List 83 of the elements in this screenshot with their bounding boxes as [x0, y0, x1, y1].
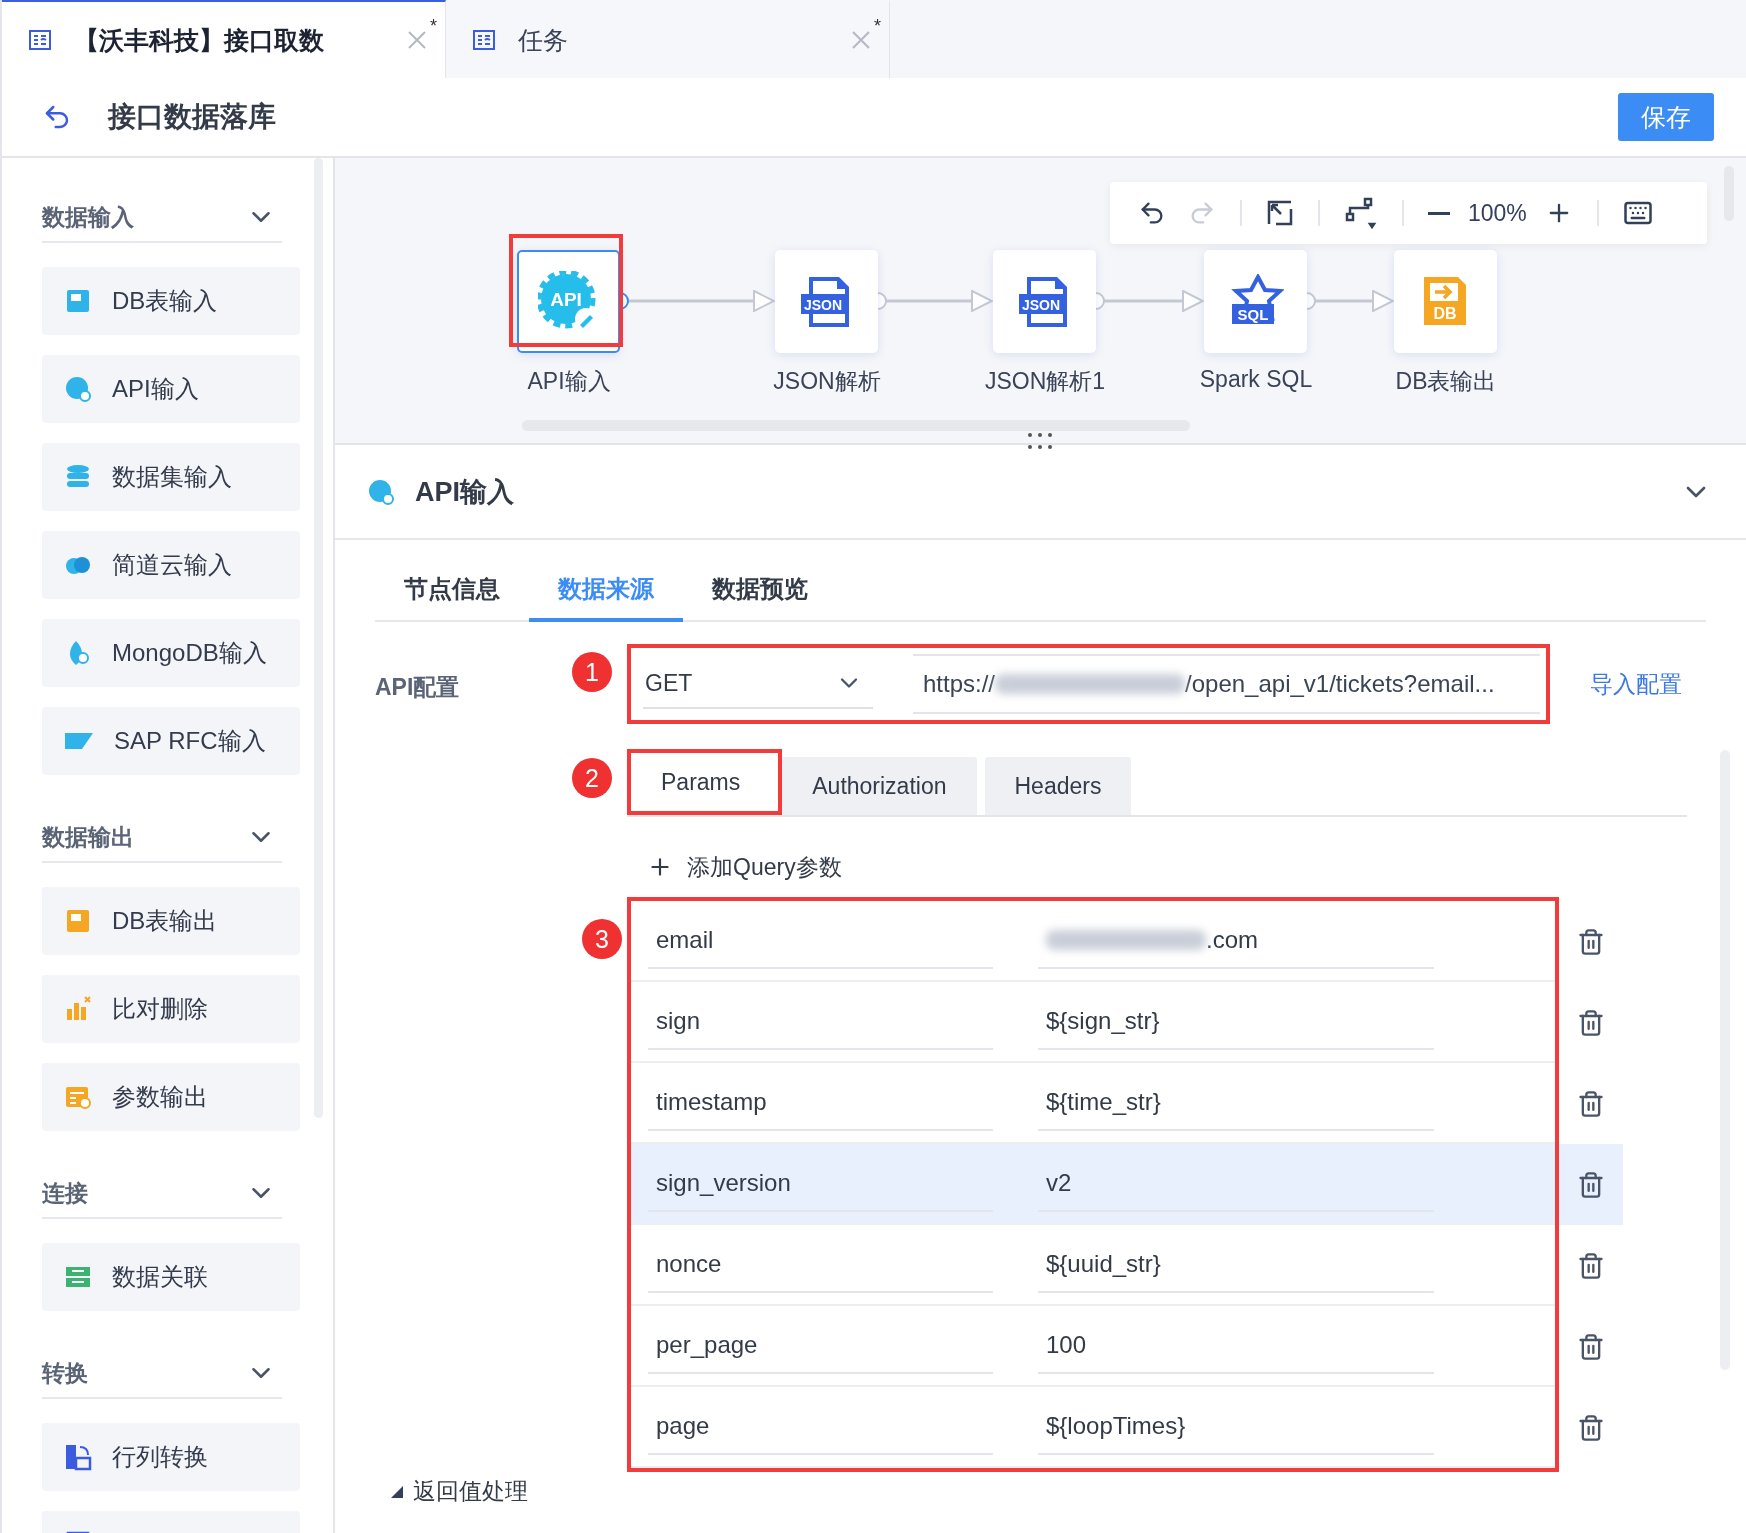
- panel-title: API输入: [415, 475, 515, 509]
- url-field[interactable]: https:// /open_api_v1/tickets?email...: [913, 654, 1540, 714]
- request-tab[interactable]: Headers: [984, 757, 1132, 815]
- unsaved-mark: *: [430, 16, 437, 37]
- param-key-field[interactable]: page: [648, 1398, 993, 1455]
- request-tab[interactable]: Authorization: [782, 757, 977, 815]
- delete-icon[interactable]: [1577, 927, 1605, 956]
- node-label: JSON解析1: [984, 367, 1106, 396]
- param-key-field[interactable]: sign_version: [648, 1155, 993, 1212]
- delete-icon[interactable]: [1577, 1089, 1605, 1118]
- palette-item[interactable]: SAP RFC输入: [42, 707, 300, 775]
- palette-item[interactable]: DB表输入: [42, 267, 300, 335]
- param-key-field[interactable]: per_page: [648, 1317, 993, 1374]
- palette-item[interactable]: 简道云输入: [42, 531, 300, 599]
- param-row[interactable]: per_page 100: [631, 1306, 1555, 1387]
- palette-item[interactable]: 行列转换: [42, 1423, 300, 1491]
- param-value-field[interactable]: .com: [1038, 912, 1434, 969]
- step-number: 3: [582, 919, 622, 959]
- node-label: API输入: [527, 367, 611, 396]
- palette-item[interactable]: 参数输出: [42, 1063, 300, 1131]
- palette-item[interactable]: 数据集输入: [42, 443, 300, 511]
- param-row[interactable]: sign_version v2: [631, 1144, 1555, 1225]
- section-title: 转换: [42, 1358, 88, 1388]
- delete-icon[interactable]: [1577, 1413, 1605, 1442]
- param-key-field[interactable]: timestamp: [648, 1074, 993, 1131]
- panel-tab[interactable]: 数据预览: [683, 560, 837, 622]
- param-value-field[interactable]: ${loopTimes}: [1038, 1398, 1434, 1455]
- import-config-link[interactable]: 导入配置: [1590, 668, 1682, 700]
- document-tab[interactable]: 【沃丰科技】接口取数 *: [2, 0, 446, 78]
- flow-chart-icon: [472, 28, 496, 52]
- response-section-toggle[interactable]: 返回值处理: [391, 1476, 1706, 1507]
- flow-node[interactable]: JSON: [993, 250, 1096, 353]
- scrollbar[interactable]: [314, 158, 323, 1118]
- section-title: 连接: [42, 1178, 88, 1208]
- section-header[interactable]: 转换: [42, 1349, 282, 1399]
- palette-item[interactable]: API输入: [42, 355, 300, 423]
- param-row[interactable]: sign ${sign_str}: [631, 982, 1555, 1063]
- section-title: 数据输入: [42, 202, 134, 232]
- zoom-level: 100%: [1468, 199, 1527, 227]
- delete-icon[interactable]: [1577, 1332, 1605, 1361]
- step-number: 1: [572, 652, 612, 692]
- flow-chart-icon: [28, 28, 52, 52]
- section-header[interactable]: 数据输入: [42, 193, 282, 243]
- delete-icon[interactable]: [1577, 1251, 1605, 1280]
- palette-item[interactable]: 数据关联: [42, 1243, 300, 1311]
- step-number: 2: [572, 758, 612, 798]
- connector-style-icon: [1344, 196, 1378, 230]
- palette-item[interactable]: 比对删除: [42, 975, 300, 1043]
- bar-chart-icon: [64, 995, 92, 1023]
- palette-item[interactable]: DB表输出: [42, 887, 300, 955]
- section-title: 数据输出: [42, 822, 134, 852]
- page-title: 接口数据落库: [108, 100, 277, 134]
- triangle-icon: [391, 1485, 403, 1498]
- unsaved-mark: *: [874, 16, 881, 37]
- section-header[interactable]: 数据输出: [42, 813, 282, 863]
- pivot-icon: [64, 1443, 92, 1471]
- param-value-field[interactable]: ${sign_str}: [1038, 993, 1434, 1050]
- param-row[interactable]: page ${loopTimes}: [631, 1387, 1555, 1468]
- delete-icon[interactable]: [1577, 1008, 1605, 1037]
- param-value-field[interactable]: v2: [1038, 1155, 1434, 1212]
- param-value-field[interactable]: 100: [1038, 1317, 1434, 1374]
- param-value-field[interactable]: ${uuid_str}: [1038, 1236, 1434, 1293]
- add-query-param-button[interactable]: 添加Query参数: [647, 837, 1706, 897]
- param-key-field[interactable]: email: [648, 912, 993, 969]
- node-label: JSON解析: [773, 367, 881, 396]
- flow-node[interactable]: JSON: [775, 250, 878, 353]
- param-key-field[interactable]: sign: [648, 993, 993, 1050]
- section-header[interactable]: 连接: [42, 1169, 282, 1219]
- param-value-field[interactable]: ${time_str}: [1038, 1074, 1434, 1131]
- node-label: DB表输出: [1395, 367, 1497, 396]
- palette-item[interactable]: MongoDB输入: [42, 619, 300, 687]
- param-row[interactable]: email .com: [631, 901, 1555, 982]
- param-row[interactable]: nonce ${uuid_str}: [631, 1225, 1555, 1306]
- fit-view-icon: [1266, 199, 1294, 227]
- field-label: API配置: [375, 673, 461, 702]
- panel-tab[interactable]: 节点信息: [375, 560, 529, 622]
- param-key-field[interactable]: nonce: [648, 1236, 993, 1293]
- resize-handle-icon[interactable]: [1027, 432, 1053, 450]
- delete-icon[interactable]: [1577, 1170, 1605, 1199]
- node-label: Spark SQL: [1199, 366, 1313, 393]
- method-select[interactable]: GET: [643, 659, 873, 709]
- minus-icon: [1428, 211, 1450, 215]
- flow-node[interactable]: SQL: [1204, 250, 1307, 353]
